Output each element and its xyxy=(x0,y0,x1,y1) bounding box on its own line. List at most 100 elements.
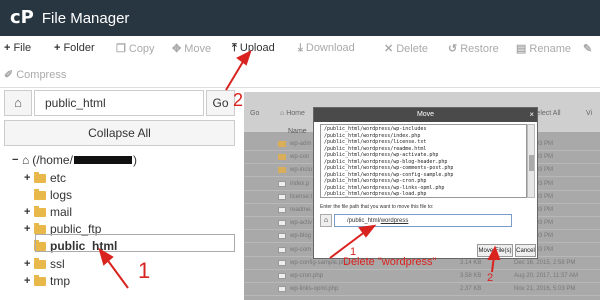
rename-button[interactable]: ▤ Rename xyxy=(516,42,571,55)
cancel-button[interactable]: Cancel xyxy=(515,244,536,257)
directory-tree: − ⌂ (/home/ ) + etc logs + mail + public_ft… xyxy=(0,150,240,300)
tree-item-logs[interactable]: logs xyxy=(24,187,72,203)
table-row[interactable]: wp-cron.php 3.58 KB Aug 20, 2017, 11:37 AM xyxy=(244,270,600,283)
scrollbar-thumb[interactable] xyxy=(529,155,534,171)
expand-toggle[interactable]: + xyxy=(24,172,34,184)
bg-go-button[interactable]: Go xyxy=(250,110,259,117)
dialog-titlebar: Move × xyxy=(314,108,537,122)
restore-icon: ↺ xyxy=(448,43,458,55)
edit-button[interactable]: ✎ xyxy=(583,42,595,55)
file-name: wp-con xyxy=(290,154,310,161)
pencil-icon: ✎ xyxy=(583,43,593,55)
folder-icon xyxy=(34,205,46,217)
file-name: wp-blog xyxy=(290,233,312,240)
plus-icon: + xyxy=(54,42,61,54)
delete-button[interactable]: ✕ Delete xyxy=(384,42,428,55)
go-button[interactable]: Go xyxy=(206,90,235,116)
restore-button[interactable]: ↺ Restore xyxy=(448,42,499,55)
file-date: Nov 21, 2016, 5:03 PM xyxy=(514,286,576,293)
tree-root[interactable]: − ⌂ (/home/ ) xyxy=(12,152,137,168)
scrollbar[interactable] xyxy=(527,124,535,198)
destination-path-input[interactable]: /public_html/wordpress xyxy=(334,214,512,227)
folder-icon xyxy=(278,167,286,174)
name-column-header[interactable]: Name xyxy=(288,128,307,135)
tree-item-ssl[interactable]: + ssl xyxy=(24,256,65,272)
tree-item-tmp[interactable]: + tmp xyxy=(24,273,70,289)
table-row[interactable]: wp-links-opml.php 2.37 KB Nov 21, 2016, 5:… xyxy=(244,283,600,297)
delete-label: Delete xyxy=(396,43,429,55)
copy-button[interactable]: ❐ Copy xyxy=(116,42,155,55)
tree-item-etc[interactable]: + etc xyxy=(24,170,66,186)
delete-wordpress-note: Delete "wordpress" xyxy=(343,256,437,268)
home-icon: ⌂ xyxy=(22,153,30,167)
file-name: wp-com xyxy=(290,246,312,253)
tree-item-label: mail xyxy=(50,205,73,219)
app-title: File Manager xyxy=(41,9,130,27)
file-name: wp-cron.php xyxy=(290,273,324,279)
close-icon[interactable]: × xyxy=(529,108,534,122)
restore-label: Restore xyxy=(460,43,499,55)
new-folder-button[interactable]: + Folder xyxy=(54,42,95,54)
tree-item-label: etc xyxy=(50,171,67,185)
file-name: index.p xyxy=(290,180,310,187)
home-icon[interactable]: ⌂ xyxy=(320,214,332,227)
file-icon xyxy=(278,273,286,279)
file-icon xyxy=(278,233,286,240)
folder-icon xyxy=(34,257,46,269)
compress-button[interactable]: ✐ Compress xyxy=(4,68,66,81)
move-icon: ✥ xyxy=(172,43,182,55)
file-manager-screen: cP File Manager + File + Folder ❐ Copy ✥ Mov… xyxy=(0,0,600,300)
file-icon xyxy=(278,259,286,266)
compress-icon: ✐ xyxy=(4,69,14,81)
folder-icon xyxy=(278,154,286,161)
cpanel-logo: cP xyxy=(10,7,34,28)
file-icon xyxy=(278,220,286,227)
tree-root-close: ) xyxy=(132,153,137,167)
expand-toggle[interactable]: + xyxy=(24,223,34,235)
expand-toggle[interactable]: + xyxy=(24,206,34,218)
file-name: wp-inclu xyxy=(290,167,313,174)
bg-view-button[interactable]: Vi xyxy=(586,110,592,117)
file-name: wp-activ xyxy=(290,220,313,227)
download-label: Download xyxy=(305,42,355,54)
file-name: wp-adm xyxy=(290,141,312,147)
file-path-list: /public_html/wordpress/wp-includes/publi… xyxy=(320,124,527,198)
file-icon xyxy=(278,207,286,213)
file-size: 3.14 KB xyxy=(460,259,482,266)
upload-button[interactable]: ⤒ Upload xyxy=(232,42,275,55)
home-button[interactable]: ⌂ xyxy=(4,90,32,116)
file-date: Aug 20, 2017, 11:37 AM xyxy=(514,273,578,279)
step-1-label: 1 xyxy=(138,258,151,283)
move-dialog: Move × /public_html/wordpress/wp-includes… xyxy=(313,107,538,259)
path-input[interactable]: public_html xyxy=(34,90,204,116)
folder-icon xyxy=(278,141,286,147)
copy-label: Copy xyxy=(128,43,155,55)
file-icon xyxy=(278,246,286,253)
file-date: Dec 16, 2015, 2:58 PM xyxy=(514,259,576,266)
rename-label: Rename xyxy=(529,43,571,55)
move-button[interactable]: ✥ Move xyxy=(172,42,211,55)
file-name: readme. xyxy=(290,207,313,213)
collapse-all-button[interactable]: Collapse All xyxy=(4,120,235,146)
folder-icon xyxy=(34,222,46,234)
folder-icon xyxy=(34,188,46,200)
bg-home-button[interactable]: ⌂ Home xyxy=(280,110,305,117)
file-name: wp-links-opml.php xyxy=(290,286,339,293)
rename-icon: ▤ xyxy=(516,43,527,55)
delete-icon: ✕ xyxy=(384,43,394,55)
expand-toggle[interactable]: + xyxy=(24,275,34,287)
new-file-button[interactable]: + File xyxy=(4,42,31,54)
tree-item-label: logs xyxy=(50,188,73,202)
redacted-username xyxy=(73,156,132,164)
move-files-button[interactable]: Move File(s) xyxy=(477,244,513,257)
file-icon xyxy=(278,180,286,187)
file-icon xyxy=(278,193,286,200)
download-button[interactable]: ⤓ Download xyxy=(298,42,355,55)
tree-item-mail[interactable]: + mail xyxy=(24,204,72,220)
file-path-item: /public_html/wordpress/wp-login.php xyxy=(324,198,523,199)
collapse-toggle[interactable]: − xyxy=(12,154,22,166)
path-bar: ⌂ public_html Go xyxy=(4,90,235,116)
download-icon: ⤓ xyxy=(298,42,303,54)
home-icon: ⌂ xyxy=(14,95,22,110)
expand-toggle[interactable]: + xyxy=(24,258,34,270)
